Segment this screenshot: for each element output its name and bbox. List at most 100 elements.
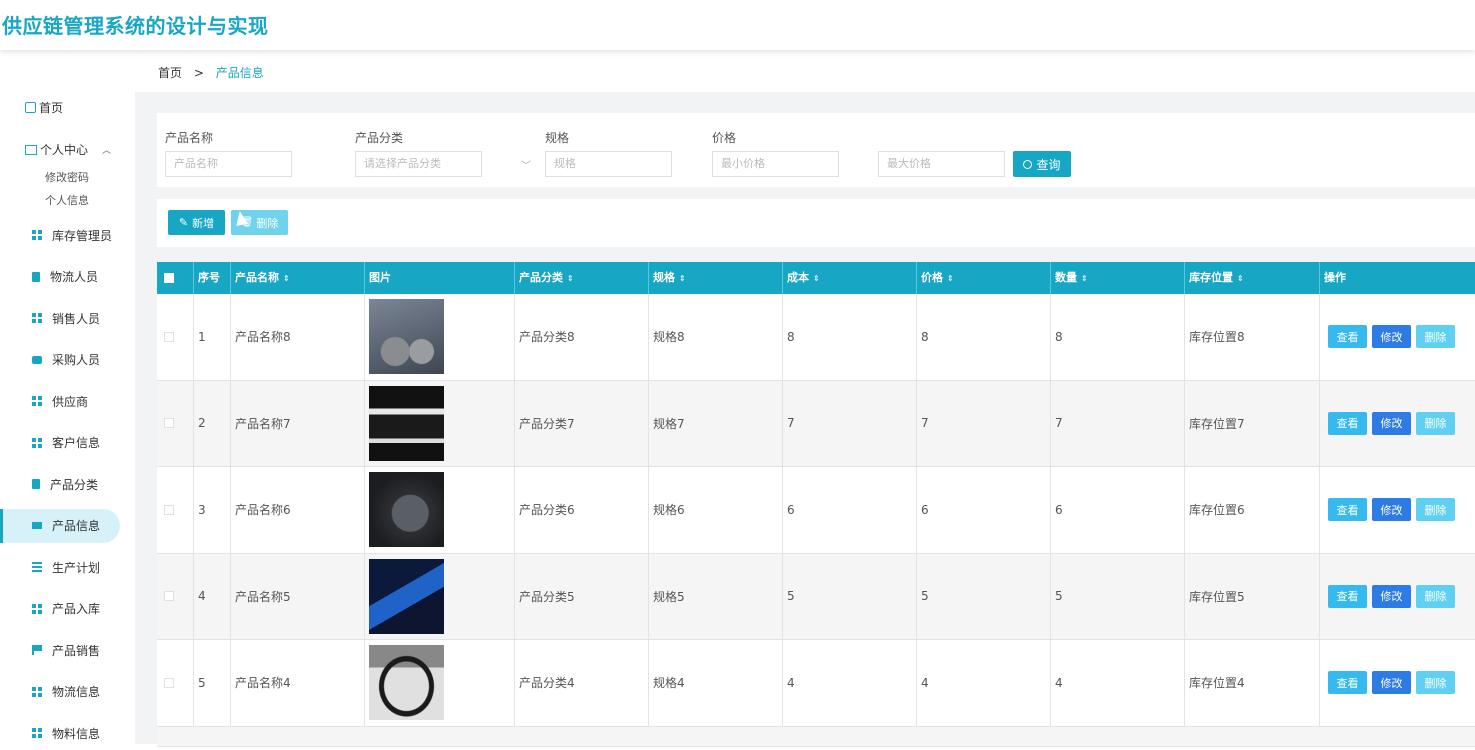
col-header-price[interactable]: 价格 ⇕ bbox=[917, 262, 1051, 294]
cell-price: 8 bbox=[917, 294, 1051, 380]
row-checkbox[interactable] bbox=[164, 504, 174, 515]
sidebar-item[interactable]: 供应商 bbox=[0, 384, 120, 418]
sidebar-item-personal-info[interactable]: 个人信息 bbox=[45, 192, 89, 208]
sidebar-item[interactable]: 物料信息 bbox=[0, 716, 120, 750]
delete-button[interactable]: 删除 bbox=[1416, 411, 1455, 435]
add-button[interactable]: ✎ 新增 bbox=[168, 210, 225, 235]
breadcrumb-home[interactable]: 首页 bbox=[158, 66, 182, 80]
product-name-input[interactable]: 产品名称 bbox=[165, 151, 292, 177]
sort-icon[interactable]: ⇕ bbox=[1237, 274, 1244, 283]
sidebar-item[interactable]: 产品信息 bbox=[0, 508, 120, 543]
sidebar-item[interactable]: 产品销售 bbox=[0, 633, 120, 667]
view-button[interactable]: 查看 bbox=[1328, 671, 1367, 695]
col-header-label: 成本 bbox=[787, 271, 809, 284]
select-all-checkbox[interactable] bbox=[164, 273, 174, 283]
edit-button[interactable]: 修改 bbox=[1372, 325, 1411, 349]
briefcase-icon bbox=[32, 355, 42, 364]
edit-button[interactable]: 修改 bbox=[1372, 671, 1411, 695]
product-thumbnail[interactable] bbox=[369, 385, 444, 461]
max-price-input[interactable]: 最大价格 bbox=[878, 151, 1005, 177]
cell-location: 库存位置7 bbox=[1185, 380, 1320, 466]
cell-qty: 7 bbox=[1051, 380, 1185, 466]
sort-icon[interactable]: ⇕ bbox=[567, 274, 574, 283]
col-header-label: 产品分类 bbox=[519, 271, 563, 284]
sidebar-item[interactable]: 生产计划 bbox=[0, 550, 120, 584]
sort-icon[interactable]: ⇕ bbox=[947, 274, 954, 283]
cell-no: 1 bbox=[194, 294, 231, 380]
product-thumbnail[interactable] bbox=[369, 645, 444, 721]
cell-spec: 规格8 bbox=[649, 294, 783, 380]
sidebar-item[interactable]: 产品分类 bbox=[0, 467, 120, 501]
cell-price: 6 bbox=[917, 467, 1051, 553]
edit-pen-icon: ✎ bbox=[178, 216, 189, 229]
product-thumbnail[interactable] bbox=[369, 472, 444, 548]
sidebar-item[interactable]: 产品入库 bbox=[0, 592, 120, 626]
cell-cost: 7 bbox=[783, 380, 917, 466]
sidebar-item-label: 生产计划 bbox=[52, 560, 101, 575]
col-header-name[interactable]: 产品名称 ⇕ bbox=[231, 262, 365, 294]
sidebar-item[interactable]: 物流人员 bbox=[0, 260, 120, 294]
col-header-actions: 操作 bbox=[1324, 271, 1346, 284]
clipboard-icon bbox=[32, 271, 40, 282]
spec-input[interactable]: 规格 bbox=[545, 151, 672, 177]
query-button[interactable]: 查询 bbox=[1013, 151, 1071, 177]
sort-icon[interactable]: ⇕ bbox=[1081, 274, 1088, 283]
col-header-qty[interactable]: 数量 ⇕ bbox=[1051, 262, 1185, 294]
sidebar-item-home[interactable]: 首页 bbox=[25, 99, 63, 116]
search-icon bbox=[1023, 159, 1033, 169]
cell-price: 5 bbox=[917, 553, 1051, 639]
product-name-label: 产品名称 bbox=[165, 131, 214, 145]
delete-button[interactable]: 删除 bbox=[1416, 584, 1455, 608]
delete-button[interactable]: 删除 bbox=[1416, 325, 1455, 349]
grid-icon bbox=[32, 603, 42, 614]
edit-button[interactable]: 修改 bbox=[1372, 584, 1411, 608]
table-row: 5 产品名称4 产品分类4 规格4 4 4 4 库存位置4 查看 修改 删除 bbox=[157, 640, 1475, 727]
cell-image bbox=[365, 294, 515, 380]
delete-button[interactable]: 删除 bbox=[1416, 671, 1455, 695]
query-button-label: 查询 bbox=[1036, 157, 1061, 172]
edit-button[interactable]: 修改 bbox=[1372, 411, 1411, 435]
sort-icon[interactable]: ⇕ bbox=[679, 274, 686, 283]
cell-location: 库存位置6 bbox=[1185, 467, 1320, 553]
product-thumbnail[interactable] bbox=[369, 299, 444, 375]
sidebar-item-change-password[interactable]: 修改密码 bbox=[45, 169, 89, 185]
product-thumbnail[interactable] bbox=[369, 558, 444, 634]
cell-image bbox=[365, 467, 515, 553]
cell-no: 5 bbox=[194, 640, 231, 726]
view-button[interactable]: 查看 bbox=[1328, 411, 1367, 435]
sidebar-item[interactable]: 采购人员 bbox=[0, 343, 120, 377]
cell-category: 产品分类5 bbox=[515, 553, 649, 639]
cell-actions: 查看 修改 删除 bbox=[1320, 640, 1475, 726]
row-checkbox[interactable] bbox=[164, 677, 174, 688]
sidebar-item-label: 产品信息 bbox=[52, 519, 101, 533]
row-checkbox[interactable] bbox=[164, 418, 174, 429]
col-header-spec[interactable]: 规格 ⇕ bbox=[649, 262, 783, 294]
col-header-cost[interactable]: 成本 ⇕ bbox=[783, 262, 917, 294]
row-checkbox[interactable] bbox=[164, 331, 174, 342]
cell-actions: 查看 修改 删除 bbox=[1320, 381, 1475, 467]
delete-button[interactable]: 删除 bbox=[1416, 498, 1455, 522]
sidebar-item[interactable]: 销售人员 bbox=[0, 301, 120, 335]
edit-button[interactable]: 修改 bbox=[1372, 498, 1411, 522]
monitor-icon bbox=[32, 522, 42, 529]
view-button[interactable]: 查看 bbox=[1328, 325, 1367, 349]
cell-name: 产品名称7 bbox=[231, 380, 365, 466]
cell-qty: 8 bbox=[1051, 294, 1185, 380]
min-price-input[interactable]: 最小价格 bbox=[712, 151, 839, 177]
sidebar-item-personal-center[interactable]: 个人中心 ︿ bbox=[25, 141, 111, 158]
row-checkbox[interactable] bbox=[164, 591, 174, 602]
cell-actions: 查看 修改 删除 bbox=[1320, 294, 1475, 380]
view-button[interactable]: 查看 bbox=[1328, 498, 1367, 522]
view-button[interactable]: 查看 bbox=[1328, 584, 1367, 608]
sidebar-item[interactable]: 物流信息 bbox=[0, 675, 120, 709]
sidebar-item[interactable]: 库存管理员 bbox=[0, 218, 120, 252]
col-header-category[interactable]: 产品分类 ⇕ bbox=[515, 262, 649, 294]
sort-icon[interactable]: ⇕ bbox=[283, 274, 290, 283]
product-category-select[interactable]: 请选择产品分类 bbox=[355, 151, 482, 177]
sidebar-item-label: 供应商 bbox=[52, 394, 89, 409]
col-header-location[interactable]: 库存位置 ⇕ bbox=[1185, 262, 1320, 294]
sort-icon[interactable]: ⇕ bbox=[813, 274, 820, 283]
sidebar-item[interactable]: 客户信息 bbox=[0, 426, 120, 460]
grid-icon bbox=[32, 437, 42, 448]
select-all-header bbox=[157, 262, 194, 294]
